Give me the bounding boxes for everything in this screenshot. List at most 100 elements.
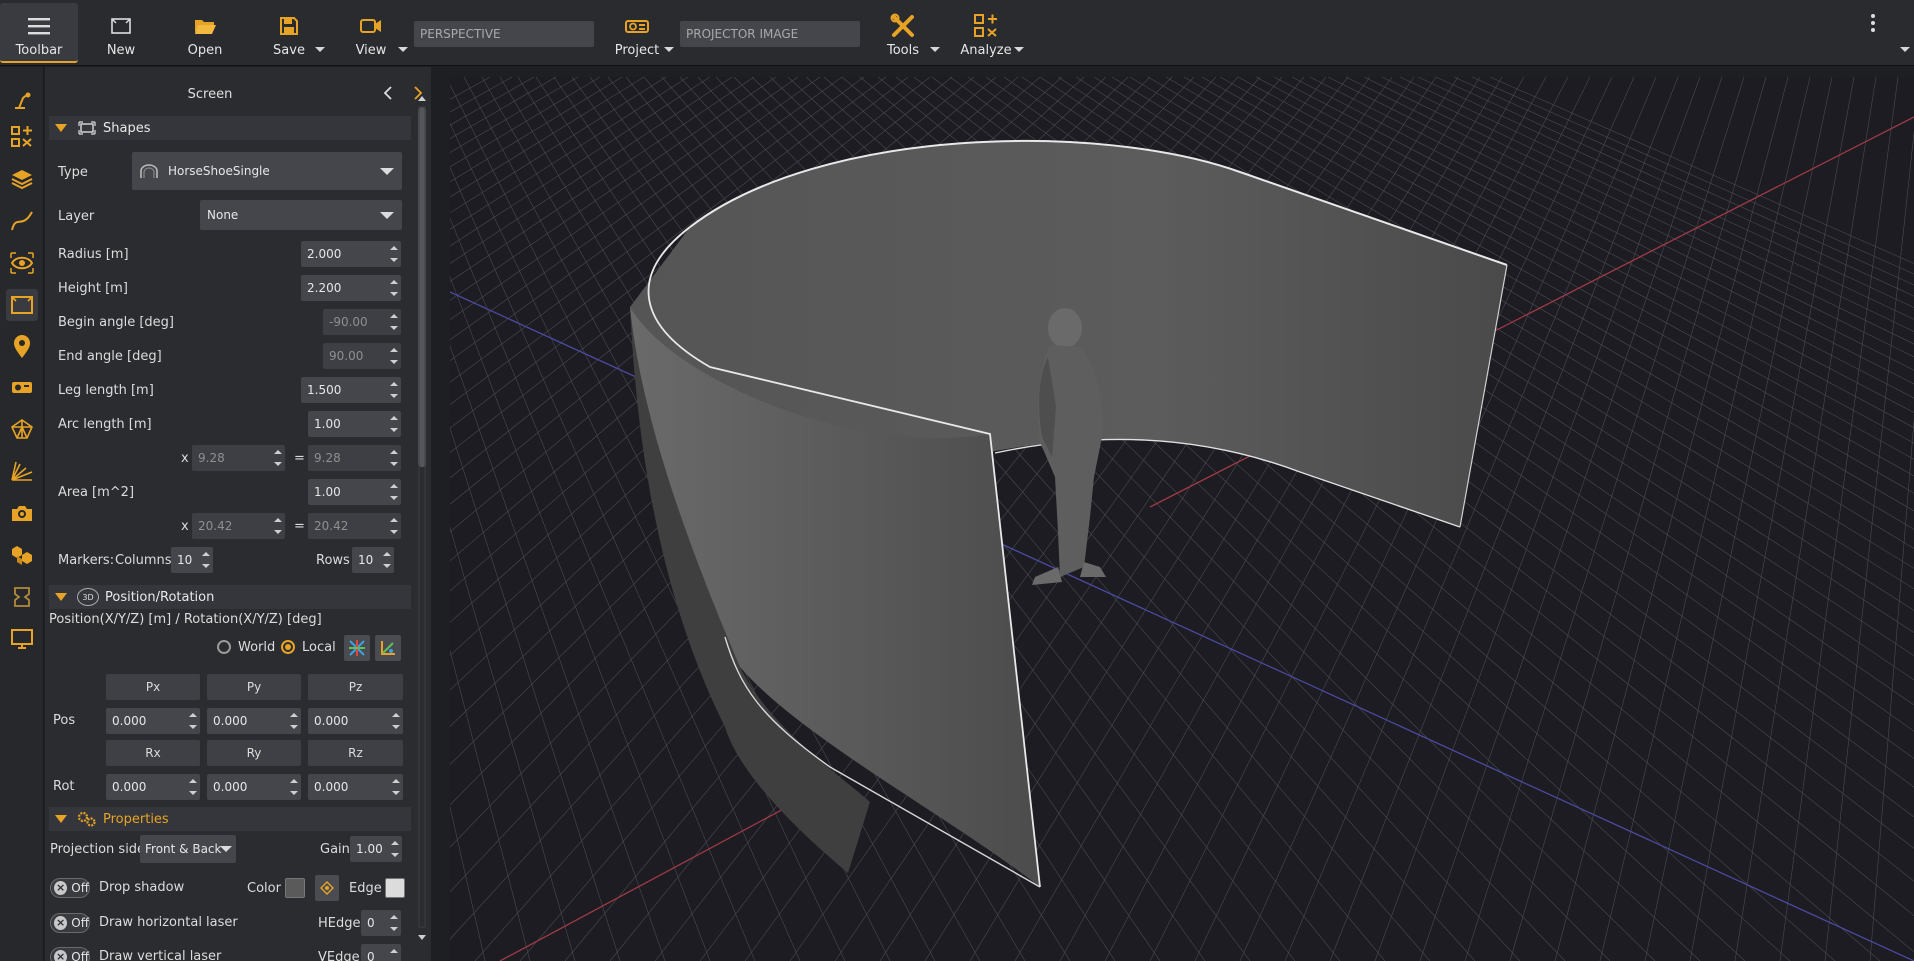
spin-arrows-icon[interactable] xyxy=(390,482,398,502)
edge-blend-button[interactable] xyxy=(315,875,339,901)
spin-arrows-icon[interactable] xyxy=(189,777,197,797)
axis-gizmo-button[interactable] xyxy=(344,635,370,661)
area-total-input[interactable]: 20.42 xyxy=(308,513,401,539)
chevron-down-icon xyxy=(380,168,394,175)
tools-dropdown-caret[interactable] xyxy=(930,47,940,52)
spin-arrows-icon[interactable] xyxy=(391,839,399,859)
tools-button[interactable]: Tools xyxy=(874,3,932,63)
spin-arrows-icon[interactable] xyxy=(390,913,398,933)
projector-icon[interactable] xyxy=(6,371,38,403)
spin-arrows-icon[interactable] xyxy=(390,278,398,298)
analyze-button[interactable]: Analyze xyxy=(956,3,1016,63)
new-button[interactable]: New xyxy=(92,3,150,63)
window-dropdown-caret[interactable] xyxy=(1900,47,1910,52)
analysis-icon[interactable] xyxy=(6,455,38,487)
rot-z-input[interactable]: 0.000 xyxy=(308,774,403,800)
spin-arrows-icon[interactable] xyxy=(390,380,398,400)
save-button[interactable]: Save xyxy=(260,3,318,63)
spin-arrows-icon[interactable] xyxy=(390,244,398,264)
save-dropdown-caret[interactable] xyxy=(315,47,325,52)
tools-grid-icon[interactable] xyxy=(6,121,38,153)
layer-dropdown[interactable]: None xyxy=(200,200,402,230)
objects-icon[interactable] xyxy=(6,539,38,571)
rows-input[interactable]: 10 xyxy=(352,547,394,573)
projector-image-field[interactable]: PROJECTOR IMAGE xyxy=(680,21,860,47)
spin-arrows-icon[interactable] xyxy=(390,346,398,366)
spin-arrows-icon[interactable] xyxy=(390,947,398,961)
spin-arrows-icon[interactable] xyxy=(383,550,391,570)
toolbar-toggle-button[interactable]: Toolbar xyxy=(0,3,78,63)
view-button[interactable]: View xyxy=(342,3,400,63)
spin-arrows-icon[interactable] xyxy=(202,550,210,570)
radius-input[interactable]: 2.000 xyxy=(301,241,401,267)
end-angle-input[interactable]: 90.00 xyxy=(323,343,401,369)
spin-arrows-icon[interactable] xyxy=(274,448,282,468)
horizontal-laser-toggle[interactable]: × Off xyxy=(50,913,90,933)
spin-arrows-icon[interactable] xyxy=(290,711,298,731)
rot-y-input[interactable]: 0.000 xyxy=(207,774,301,800)
pos-y-input[interactable]: 0.000 xyxy=(207,708,301,734)
panel-scrollbar[interactable] xyxy=(416,93,428,943)
screen-icon[interactable] xyxy=(6,289,38,321)
edge-color-swatch[interactable] xyxy=(385,878,405,898)
3d-viewport[interactable] xyxy=(450,77,1914,961)
position-section-header[interactable]: 3D Position/Rotation xyxy=(49,585,411,609)
begin-angle-input[interactable]: -90.00 xyxy=(323,309,401,335)
leg-length-input[interactable]: 1.500 xyxy=(301,377,401,403)
analyze-dropdown-caret[interactable] xyxy=(1014,47,1024,52)
chevron-left-icon[interactable] xyxy=(381,85,395,101)
world-radio[interactable] xyxy=(217,640,231,654)
spin-arrows-icon[interactable] xyxy=(274,516,282,536)
pos-z-input[interactable]: 0.000 xyxy=(308,708,403,734)
spin-arrows-icon[interactable] xyxy=(290,777,298,797)
vertical-laser-toggle[interactable]: × Off xyxy=(50,947,90,961)
hedge-input[interactable]: 0 xyxy=(361,910,401,936)
grid-line xyxy=(1327,77,1914,371)
arc-length-input[interactable]: 1.00 xyxy=(308,411,401,437)
area-input[interactable]: 1.00 xyxy=(308,479,401,505)
properties-section-header[interactable]: Properties xyxy=(49,807,411,831)
height-input[interactable]: 2.200 xyxy=(301,275,401,301)
gain-input[interactable]: 1.00 xyxy=(350,836,402,862)
spin-arrows-icon[interactable] xyxy=(390,516,398,536)
camera-icon[interactable] xyxy=(6,497,38,529)
project-button[interactable]: Project xyxy=(608,3,666,63)
more-options-icon[interactable] xyxy=(1870,14,1876,32)
columns-input[interactable]: 10 xyxy=(171,547,213,573)
type-dropdown[interactable]: HorseShoeSingle xyxy=(132,152,402,190)
rot-x-input[interactable]: 0.000 xyxy=(106,774,200,800)
perspective-field[interactable]: PERSPECTIVE xyxy=(414,21,594,47)
area-count-input[interactable]: 20.42 xyxy=(192,513,285,539)
spin-arrows-icon[interactable] xyxy=(392,777,400,797)
scene-canvas[interactable] xyxy=(450,77,1914,961)
shapes-section-header[interactable]: Shapes xyxy=(49,116,411,140)
pos-x-input[interactable]: 0.000 xyxy=(106,708,200,734)
spin-arrows-icon[interactable] xyxy=(390,448,398,468)
layers-icon[interactable] xyxy=(6,163,38,195)
eye-icon[interactable] xyxy=(6,247,38,279)
arc-total-input[interactable]: 9.28 xyxy=(308,445,401,471)
curve-icon[interactable] xyxy=(6,205,38,237)
drop-shadow-toggle[interactable]: × Off xyxy=(50,878,90,898)
vedge-input[interactable]: 0 xyxy=(361,944,401,961)
project-dropdown-caret[interactable] xyxy=(664,47,674,52)
open-button[interactable]: Open xyxy=(176,3,234,63)
spin-arrows-icon[interactable] xyxy=(189,711,197,731)
new-label: New xyxy=(106,43,136,58)
location-pin-icon[interactable] xyxy=(6,331,38,363)
mesh-icon[interactable] xyxy=(6,413,38,445)
spin-arrows-icon[interactable] xyxy=(392,711,400,731)
plugin-icon[interactable] xyxy=(6,581,38,613)
view-dropdown-caret[interactable] xyxy=(398,47,408,52)
lamp-icon[interactable] xyxy=(6,85,38,117)
projection-side-dropdown[interactable]: Front & Back xyxy=(140,835,236,863)
monitor-icon[interactable] xyxy=(6,623,38,655)
align-view-button[interactable] xyxy=(375,635,401,661)
local-radio[interactable] xyxy=(281,640,295,654)
color-swatch[interactable] xyxy=(285,878,305,898)
ry-header: Ry xyxy=(207,740,301,766)
spin-arrows-icon[interactable] xyxy=(390,312,398,332)
arc-count-input[interactable]: 9.28 xyxy=(192,445,285,471)
3d-badge-icon: 3D xyxy=(77,588,99,606)
spin-arrows-icon[interactable] xyxy=(390,414,398,434)
